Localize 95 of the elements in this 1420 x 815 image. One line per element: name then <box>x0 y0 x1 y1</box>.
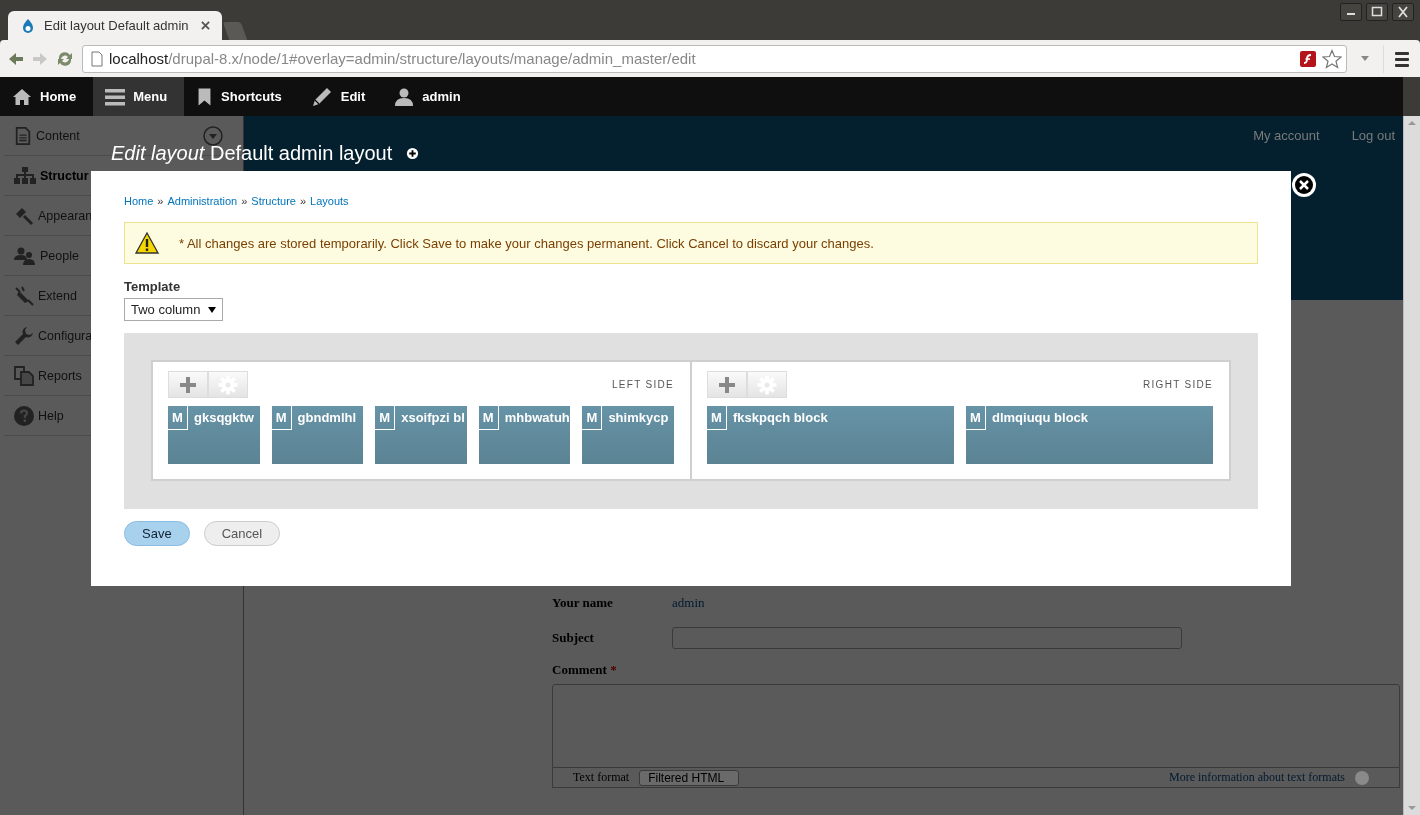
module-badge: M <box>582 406 603 430</box>
layout-block[interactable]: M mhbwatuh <box>478 406 571 464</box>
add-block-button[interactable] <box>168 371 208 398</box>
reload-icon[interactable] <box>56 49 74 68</box>
close-icon[interactable] <box>1291 172 1317 198</box>
field-label: Your name <box>552 595 614 611</box>
maximize-icon[interactable] <box>1366 3 1388 21</box>
format-select[interactable]: Filtered HTML <box>639 769 740 786</box>
minimize-icon[interactable] <box>1340 3 1362 21</box>
breadcrumb-link[interactable]: Administration <box>167 195 238 207</box>
flash-icon[interactable] <box>1300 50 1316 67</box>
block-name: gbndmlhl <box>296 409 357 425</box>
sitemap-icon <box>14 167 36 185</box>
tab-title: Edit layout Default admin <box>44 18 190 33</box>
page-title: Edit layout Default admin layout <box>111 142 393 165</box>
module-badge: M <box>271 406 292 430</box>
drop-icon <box>20 17 36 34</box>
field-label: Subject <box>552 630 595 646</box>
gear-icon <box>218 374 238 395</box>
module-badge: M <box>168 406 188 430</box>
module-badge: M <box>375 406 396 430</box>
layout-block[interactable]: M fkskpqch block <box>707 406 954 464</box>
layout-block[interactable]: M dlmqiuqu block <box>966 406 1213 464</box>
browser-tab[interactable]: Edit layout Default admin <box>8 11 222 40</box>
module-badge: M <box>478 406 499 430</box>
help-link[interactable]: More information about text formats <box>1169 770 1345 785</box>
block-name: xsoifpzi bl <box>400 409 465 425</box>
block-name: gksqgktw <box>193 409 254 425</box>
breadcrumb-separator: » <box>241 195 248 207</box>
pencil-icon[interactable] <box>310 85 333 108</box>
breadcrumb-link[interactable]: Home <box>124 195 154 207</box>
field-label: Text format <box>573 770 630 785</box>
breadcrumb-link[interactable]: Layouts <box>310 195 349 207</box>
menu-icon[interactable] <box>1392 50 1412 67</box>
toolbar-item[interactable]: admin <box>382 77 478 116</box>
layout-block[interactable]: M shimkycp <box>582 406 674 464</box>
add-shortcut-icon[interactable] <box>406 147 420 160</box>
sidebar-item[interactable]: People <box>14 246 79 266</box>
cancel-button[interactable]: Cancel <box>203 521 281 546</box>
toolbar-item[interactable]: Home <box>0 77 94 116</box>
back-icon[interactable] <box>8 50 24 67</box>
sidebar-item[interactable]: Help <box>14 406 64 426</box>
comment-field[interactable] <box>552 684 1400 768</box>
region-label: LEFT SIDE <box>611 379 674 390</box>
field-label: Comment * <box>552 662 617 678</box>
breadcrumb-separator: » <box>299 195 307 207</box>
toolbar-item[interactable]: Menu <box>93 77 185 116</box>
breadcrumb-link[interactable]: Structure <box>251 195 296 207</box>
block-name: dlmqiuqu block <box>991 409 1089 425</box>
caret-icon <box>208 305 216 314</box>
document-icon <box>14 126 32 146</box>
layout-block[interactable]: M xsoifpzi bl <box>375 406 467 464</box>
sidebar-item[interactable]: Extend <box>14 286 77 306</box>
address-bar[interactable]: localhost/drupal-8.x/node/1#overlay=admin/structure/layouts/manage/admin_master/edit <box>82 44 1347 73</box>
sidebar-item[interactable]: Content <box>14 126 80 146</box>
username-link[interactable]: admin <box>672 595 705 611</box>
layout-block[interactable]: M gbndmlhl <box>271 406 364 464</box>
star-icon[interactable] <box>1322 48 1342 69</box>
user-icon[interactable] <box>394 86 415 107</box>
subject-field[interactable] <box>672 627 1182 649</box>
warning-icon <box>135 232 159 254</box>
expand-icon[interactable] <box>203 126 223 146</box>
gear-icon <box>757 374 777 395</box>
block-name: fkskpqch block <box>732 409 828 425</box>
people-icon <box>14 247 36 265</box>
layout-block[interactable]: M gksqgktw <box>168 406 260 464</box>
breadcrumb-separator: » <box>157 195 164 207</box>
reports-icon <box>14 366 34 386</box>
block-name: shimkycp <box>607 409 669 425</box>
toolbar-item[interactable]: Shortcuts <box>184 77 299 116</box>
sidebar-item[interactable]: Configura <box>14 326 93 346</box>
save-button[interactable]: Save <box>124 521 190 546</box>
sidebar-item[interactable]: Reports <box>14 366 82 386</box>
module-badge: M <box>707 406 727 430</box>
toolbar-item[interactable]: Edit <box>298 77 383 116</box>
header-link[interactable]: Log out <box>1351 128 1395 144</box>
header-link[interactable]: My account <box>1253 128 1320 144</box>
template-label: Template <box>124 279 182 295</box>
message-text: * All changes are stored temporarily. Click Save to make your changes permanent. Click Cancel to discard your changes. <box>179 235 874 251</box>
url-text: localhost/drupal-8.x/node/1#overlay=admin/structure/layouts/manage/admin_master/edit <box>109 50 696 67</box>
home-icon[interactable] <box>12 86 32 107</box>
module-badge: M <box>966 406 986 430</box>
sidebar-item[interactable]: Structur <box>14 166 89 186</box>
page-icon <box>91 50 103 67</box>
close-icon[interactable] <box>201 21 210 30</box>
sidebar-item[interactable]: Appearan <box>14 206 93 226</box>
block-name: mhbwatuh <box>503 409 570 425</box>
plus-icon <box>179 375 197 394</box>
add-block-button[interactable] <box>707 371 747 398</box>
close-icon[interactable] <box>1392 3 1414 21</box>
region-label: RIGHT SIDE <box>1142 379 1213 390</box>
menu-icon[interactable] <box>105 86 126 107</box>
wrench-icon <box>14 326 34 346</box>
plus-icon <box>718 375 736 394</box>
template-select[interactable]: Two column <box>124 298 223 321</box>
